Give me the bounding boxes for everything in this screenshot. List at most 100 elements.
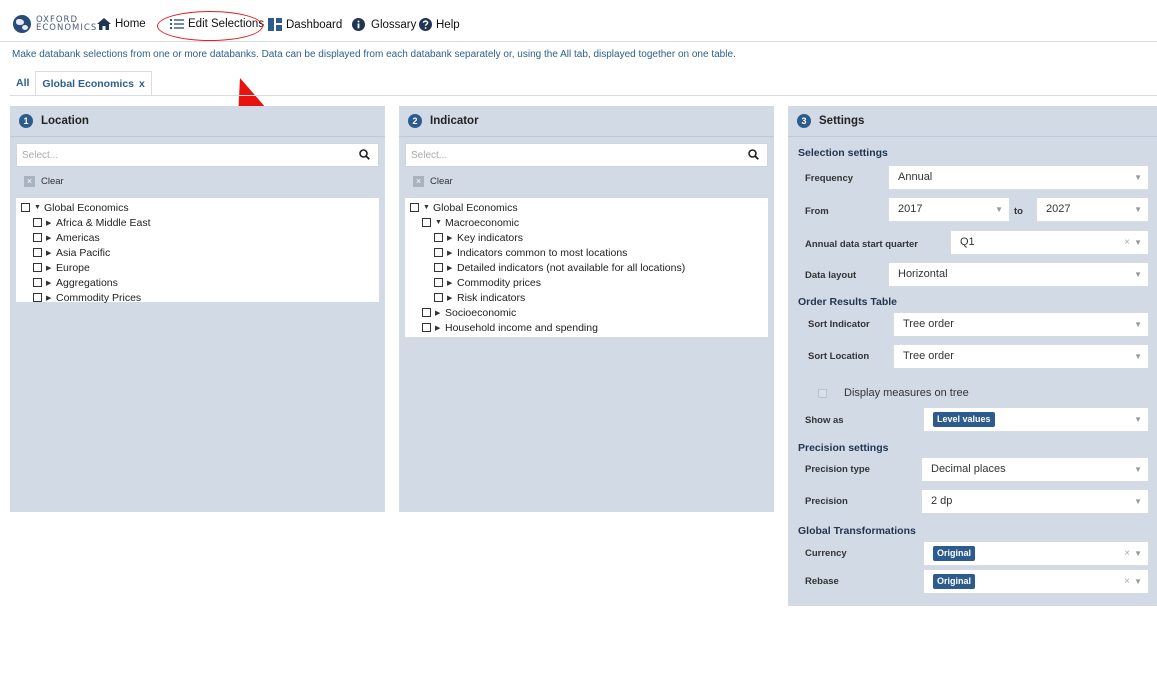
checkbox[interactable] [434, 248, 443, 257]
start-quarter-value: Q1 [960, 236, 975, 248]
step-1-badge: 1 [19, 114, 33, 128]
location-clear-button[interactable]: × Clear [24, 176, 64, 187]
tree-node-africa-middle-east[interactable]: ▶ Africa & Middle East [16, 215, 379, 230]
nav-home[interactable]: Home [97, 18, 146, 30]
location-search-input[interactable] [16, 143, 379, 167]
clear-icon[interactable]: × [1124, 570, 1130, 593]
tree-node-commodity-prices[interactable]: ▶ Commodity prices [405, 275, 768, 290]
oxford-economics-logo[interactable]: OXFORD ECONOMICS [13, 15, 97, 33]
sort-indicator-label: Sort Indicator [808, 319, 870, 330]
location-title: Location [41, 115, 89, 127]
collapsed-caret-icon[interactable]: ▶ [435, 309, 443, 317]
checkbox[interactable] [422, 323, 431, 332]
sort-location-select[interactable]: Tree order ▼ [893, 344, 1149, 369]
chevron-down-icon: ▼ [1134, 497, 1142, 506]
show-as-select[interactable]: Level values ▼ [923, 407, 1149, 432]
checkbox[interactable] [434, 278, 443, 287]
collapsed-caret-icon[interactable]: ▶ [46, 234, 54, 242]
checkbox[interactable] [21, 203, 30, 212]
tree-node-macroeconomic[interactable]: ▼ Macroeconomic [405, 215, 768, 230]
collapsed-caret-icon[interactable]: ▶ [46, 294, 54, 302]
tree-node-commodity-prices[interactable]: ▶ Commodity Prices [16, 290, 379, 305]
collapsed-caret-icon[interactable]: ▶ [46, 219, 54, 227]
checkbox[interactable] [410, 203, 419, 212]
checkbox[interactable] [422, 308, 431, 317]
indicator-panel: 2 Indicator × Clear ▼Global Economics ▼M… [399, 106, 774, 512]
checkbox[interactable] [434, 233, 443, 242]
tab-close-icon[interactable]: x [139, 78, 145, 90]
collapsed-caret-icon[interactable]: ▶ [447, 279, 455, 287]
indicator-clear-button[interactable]: × Clear [413, 176, 453, 187]
collapsed-caret-icon[interactable]: ▶ [46, 279, 54, 287]
collapsed-caret-icon[interactable]: ▶ [447, 264, 455, 272]
tree-node-risk-indicators[interactable]: ▶ Risk indicators [405, 290, 768, 305]
logo-line2: ECONOMICS [36, 23, 98, 33]
collapsed-caret-icon[interactable]: ▶ [447, 234, 455, 242]
collapsed-caret-icon[interactable]: ▶ [447, 249, 455, 257]
to-year-select[interactable]: 2027 ▼ [1036, 197, 1149, 222]
tree-node-label: Risk indicators [457, 291, 526, 304]
expanded-caret-icon[interactable]: ▼ [34, 204, 42, 211]
tree-node-detailed-indicators[interactable]: ▶ Detailed indicators (not available for … [405, 260, 768, 275]
chevron-down-icon: ▼ [1134, 173, 1142, 182]
data-layout-select[interactable]: Horizontal ▼ [888, 262, 1149, 287]
clear-icon[interactable]: × [1124, 542, 1130, 565]
data-layout-label: Data layout [805, 270, 857, 281]
tree-node-global-economics[interactable]: ▼ Global Economics [16, 200, 379, 215]
collapsed-caret-icon[interactable]: ▶ [46, 264, 54, 272]
nav-glossary[interactable]: Glossary [352, 18, 416, 31]
collapsed-caret-icon[interactable]: ▶ [447, 294, 455, 302]
location-search-field[interactable] [17, 144, 378, 166]
checkbox[interactable] [422, 218, 431, 227]
tree-node-americas[interactable]: ▶ Americas [16, 230, 379, 245]
checkbox[interactable] [33, 248, 42, 257]
globe-logo-icon [13, 15, 31, 33]
collapsed-caret-icon[interactable]: ▶ [435, 324, 443, 332]
search-icon [748, 149, 759, 160]
tree-node-global-economics[interactable]: ▼ Global Economics [405, 200, 768, 215]
tree-node-socioeconomic[interactable]: ▶ Socioeconomic [405, 305, 768, 320]
collapsed-caret-icon[interactable]: ▶ [46, 249, 54, 257]
checkbox[interactable] [434, 293, 443, 302]
tree-node-indicators-common[interactable]: ▶ Indicators common to most locations [405, 245, 768, 260]
nav-dashboard[interactable]: Dashboard [268, 18, 342, 31]
precision-type-select[interactable]: Decimal places ▼ [921, 457, 1149, 482]
tree-node-label: Socioeconomic [445, 306, 517, 319]
checkbox[interactable] [33, 233, 42, 242]
indicator-search-field[interactable] [406, 144, 767, 166]
currency-select[interactable]: Original × ▼ [923, 541, 1149, 566]
checkbox[interactable] [434, 263, 443, 272]
checkbox[interactable] [33, 278, 42, 287]
location-header: 1 Location [10, 106, 385, 136]
step-2-badge: 2 [408, 114, 422, 128]
nav-dashboard-label: Dashboard [286, 18, 343, 31]
sort-indicator-select[interactable]: Tree order ▼ [893, 312, 1149, 337]
chevron-down-icon: ▼ [1134, 352, 1142, 361]
selection-settings-heading: Selection settings [798, 147, 888, 159]
indicator-clear-label: Clear [430, 176, 453, 187]
tree-node-household-income[interactable]: ▶ Household income and spending [405, 320, 768, 335]
order-results-heading: Order Results Table [798, 296, 898, 308]
checkbox[interactable] [33, 218, 42, 227]
checkbox[interactable] [33, 263, 42, 272]
start-quarter-select[interactable]: Q1 × ▼ [950, 230, 1149, 255]
nav-help[interactable]: Help [419, 18, 460, 31]
tree-node-europe[interactable]: ▶ Europe [16, 260, 379, 275]
frequency-select[interactable]: Annual ▼ [888, 165, 1149, 190]
tab-all[interactable]: All [10, 71, 35, 95]
rebase-select[interactable]: Original × ▼ [923, 569, 1149, 594]
expanded-caret-icon[interactable]: ▼ [423, 204, 431, 211]
tree-node-aggregations[interactable]: ▶ Aggregations [16, 275, 379, 290]
expanded-caret-icon[interactable]: ▼ [435, 219, 443, 226]
display-measures-checkbox[interactable] [818, 388, 827, 398]
display-measures-toggle[interactable]: Display measures on tree [818, 387, 969, 399]
checkbox[interactable] [33, 293, 42, 302]
tab-global-economics[interactable]: Global Economics x [35, 71, 152, 95]
from-year-select[interactable]: 2017 ▼ [888, 197, 1010, 222]
tree-node-label: Commodity prices [457, 276, 542, 289]
clear-icon[interactable]: × [1124, 231, 1130, 254]
tree-node-asia-pacific[interactable]: ▶ Asia Pacific [16, 245, 379, 260]
indicator-search-input[interactable] [405, 143, 768, 167]
precision-select[interactable]: 2 dp ▼ [921, 489, 1149, 514]
tree-node-key-indicators[interactable]: ▶ Key indicators [405, 230, 768, 245]
